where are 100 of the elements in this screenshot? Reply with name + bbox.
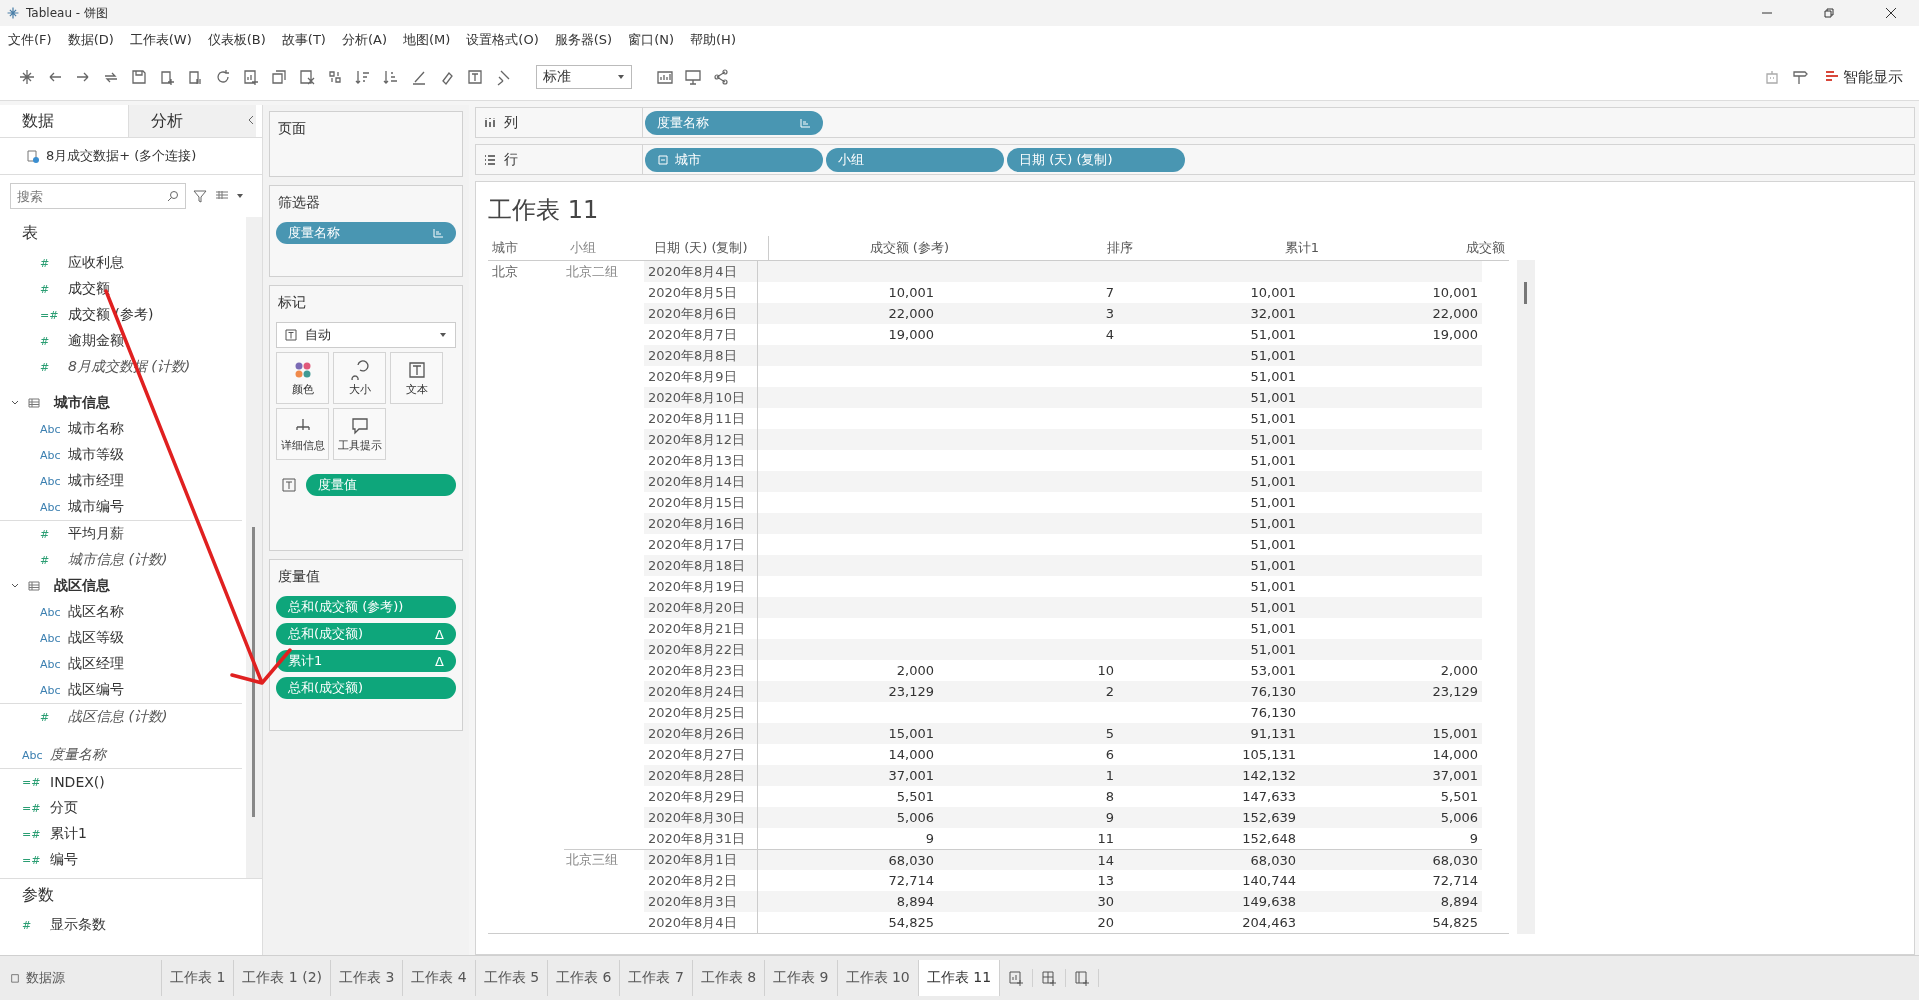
field-item[interactable]: 城市信息 (计数)	[68, 551, 168, 569]
row-header: 2020年8月22日	[644, 639, 758, 660]
table-cell: 8,894	[1300, 891, 1482, 912]
bars-icon	[1825, 70, 1839, 84]
menu-item[interactable]: 帮助(H)	[690, 31, 736, 49]
show-me-button[interactable]: 智能显示	[1819, 65, 1909, 89]
tooltip-icon	[349, 415, 370, 436]
duplicate-icon[interactable]	[270, 68, 288, 86]
table-cell: 68,030	[758, 849, 938, 870]
field-item[interactable]: 平均月薪	[68, 525, 124, 543]
field-item[interactable]: 战区编号	[68, 681, 124, 699]
chart-icon[interactable]	[656, 68, 674, 86]
mark-button[interactable]: 文本	[390, 352, 443, 404]
menu-item[interactable]: 地图(M)	[403, 31, 451, 49]
search-field[interactable]: 搜索	[10, 183, 186, 209]
menu-item[interactable]: 工作表(W)	[129, 31, 192, 49]
sheet-tab[interactable]: 工作表 3	[331, 960, 404, 996]
share-icon[interactable]	[712, 68, 730, 86]
sort-desc-icon[interactable]	[382, 68, 400, 86]
table-cell: 51,001	[1118, 513, 1300, 534]
save-icon[interactable]	[130, 68, 148, 86]
field-item[interactable]: 累计1	[50, 825, 87, 843]
sheet-tab[interactable]: 工作表 1	[162, 960, 235, 996]
parameter-item[interactable]: 显示条数	[50, 916, 106, 934]
refresh-icon[interactable]	[214, 68, 232, 86]
menu-item[interactable]: 故事(T)	[281, 31, 326, 49]
menu-item[interactable]: 窗口(N)	[628, 31, 675, 49]
new-sheet-icon[interactable]	[242, 68, 260, 86]
column-header[interactable]: 成交额	[1323, 239, 1509, 257]
mark-button[interactable]: 颜色	[276, 352, 329, 404]
field-item[interactable]: 城市经理	[68, 472, 124, 490]
field-item[interactable]: 战区经理	[68, 655, 124, 673]
field-item[interactable]: INDEX()	[50, 774, 105, 790]
folder-label[interactable]: 城市信息	[54, 394, 110, 412]
table-cell: 51,001	[1118, 471, 1300, 492]
field-item[interactable]: 战区信息 (计数)	[68, 708, 168, 726]
signpost-icon[interactable]	[1791, 68, 1809, 86]
field-item[interactable]: 城市等级	[68, 446, 124, 464]
mark-button[interactable]: 大小	[333, 352, 386, 404]
field-item[interactable]: 度量名称	[50, 746, 106, 764]
text-mark-icon	[285, 329, 297, 341]
table-cell-text: 51,001	[1249, 326, 1297, 344]
sheet-tab[interactable]: 工作表 1 (2)	[234, 960, 331, 996]
field-item[interactable]: 应收利息	[68, 254, 124, 272]
sheet-tab[interactable]: 工作表 6	[548, 960, 621, 996]
collapse-icon[interactable]	[246, 115, 256, 125]
close-icon[interactable]	[1885, 7, 1897, 19]
sheet-tab[interactable]: 工作表 10	[837, 960, 919, 996]
column-header[interactable]: 累计1	[1137, 239, 1323, 257]
label-icon[interactable]	[466, 68, 484, 86]
clear-sheet-icon[interactable]	[298, 68, 316, 86]
filter-icon[interactable]	[192, 188, 208, 204]
sheet-tab[interactable]: 工作表 8	[692, 960, 766, 996]
field-item[interactable]: 分页	[50, 799, 78, 817]
column-header[interactable]: 成交额 (参考)	[769, 239, 953, 257]
restore-icon[interactable]	[1823, 7, 1835, 19]
table-cell: 5,006	[758, 807, 938, 828]
datasource-tab[interactable]: 数据源	[0, 960, 162, 996]
field-item[interactable]: 城市名称	[68, 420, 124, 438]
column-header[interactable]: 城市	[488, 239, 568, 257]
datasource-name[interactable]: 8月成交数据+ (多个连接)	[46, 147, 197, 165]
menu-item[interactable]: 分析(A)	[341, 31, 387, 49]
dropdown-caret-icon[interactable]	[236, 192, 244, 200]
menu-item[interactable]: 文件(F)	[8, 31, 52, 49]
card-title: 筛选器	[278, 194, 321, 212]
menu-item[interactable]: 仪表板(B)	[207, 31, 266, 49]
sheet-tab[interactable]: 工作表 4	[403, 960, 476, 996]
mark-button[interactable]: 工具提示	[333, 408, 386, 460]
field-item[interactable]: 战区名称	[68, 603, 124, 621]
column-header[interactable]: 日期 (天) (复制)	[650, 236, 769, 260]
folder-label[interactable]: 战区信息	[54, 577, 110, 595]
fit-select[interactable]: 标准	[536, 65, 632, 89]
scrollbar-thumb[interactable]	[252, 527, 255, 817]
scrollbar-thumb[interactable]	[1524, 282, 1527, 304]
table-cell: 76,130	[1118, 681, 1300, 702]
table-cell-text: 5,501	[895, 788, 935, 806]
sheet-tab[interactable]: 工作表 11	[918, 960, 1001, 996]
table-cell-text: 9	[924, 830, 935, 848]
menu-item[interactable]: 服务器(S)	[554, 31, 613, 49]
pane-tab[interactable]: 分析	[128, 105, 256, 137]
table-cell-text: 4	[1104, 326, 1115, 344]
field-item[interactable]: 编号	[50, 851, 78, 869]
field-type-icon: #	[22, 918, 44, 932]
field-item[interactable]: 逾期金额	[68, 332, 124, 350]
sheet-tab[interactable]: 工作表 5	[475, 960, 549, 996]
add-datasource-icon[interactable]	[158, 68, 176, 86]
column-header[interactable]: 小组	[568, 239, 650, 257]
menu-item[interactable]: 数据(D)	[67, 31, 114, 49]
field-item[interactable]: 战区等级	[68, 629, 124, 647]
mark-button[interactable]: 详细信息	[276, 408, 329, 460]
menu-item[interactable]: 设置格式(O)	[466, 31, 539, 49]
table-cell: 14	[938, 849, 1118, 870]
field-item[interactable]: 城市编号	[68, 498, 124, 516]
sheet-tab[interactable]: 工作表 7	[620, 960, 693, 996]
field-type-icon: Abc	[40, 657, 62, 671]
mark-type-select[interactable]: 自动	[276, 322, 456, 348]
presentation-icon[interactable]	[684, 68, 702, 86]
column-header[interactable]: 排序	[953, 239, 1137, 257]
sheet-tab[interactable]: 工作表 9	[765, 960, 838, 996]
sort-asc-icon[interactable]	[354, 68, 372, 86]
